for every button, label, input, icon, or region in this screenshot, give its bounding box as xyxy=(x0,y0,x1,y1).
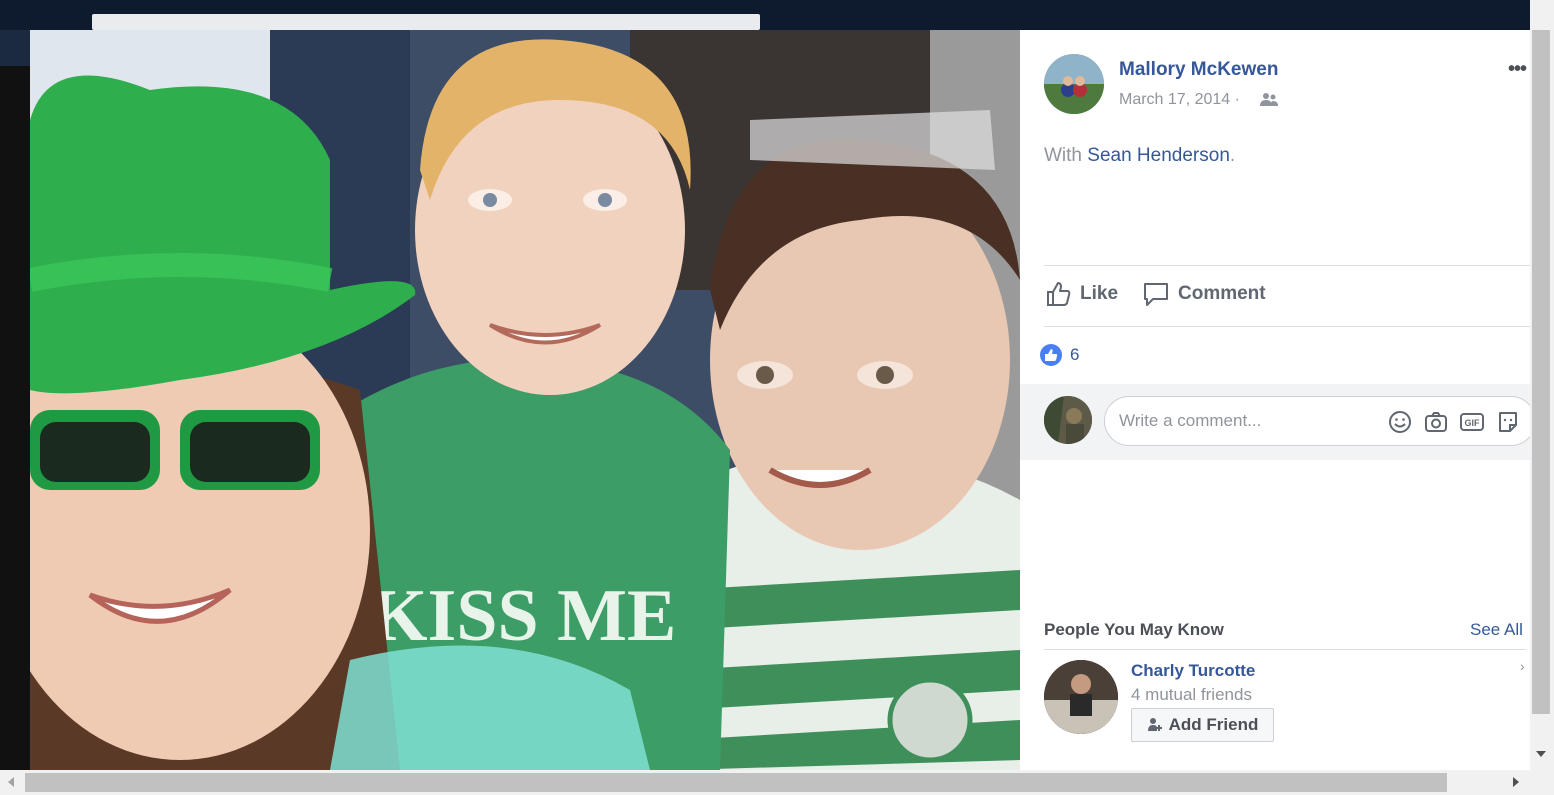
comment-composer: Write a comment... GIF xyxy=(1020,384,1536,460)
horizontal-scrollbar-thumb[interactable] xyxy=(25,773,1447,792)
author-name-link[interactable]: Mallory McKewen xyxy=(1119,59,1278,81)
comment-input[interactable]: Write a comment... GIF xyxy=(1104,396,1536,446)
background-dim xyxy=(0,30,30,770)
like-reaction-icon xyxy=(1040,344,1062,366)
pymk-person-name[interactable]: Charly Turcotte xyxy=(1131,661,1255,681)
comment-button[interactable]: Comment xyxy=(1142,280,1266,308)
camera-icon[interactable] xyxy=(1423,409,1449,435)
more-options-button[interactable]: ••• xyxy=(1508,58,1527,81)
post-photo[interactable]: KISS ME xyxy=(30,30,1020,770)
like-label: Like xyxy=(1080,283,1119,304)
thumbs-up-icon xyxy=(1047,282,1071,306)
background-search-input xyxy=(92,14,760,30)
gif-icon[interactable]: GIF xyxy=(1459,409,1485,435)
comment-icon xyxy=(1144,283,1168,306)
add-friend-label: Add Friend xyxy=(1168,715,1259,734)
sticker-icon[interactable] xyxy=(1495,409,1521,435)
svg-text:GIF: GIF xyxy=(1465,418,1481,428)
scroll-down-arrow-icon[interactable] xyxy=(1536,751,1546,757)
current-user-avatar xyxy=(1044,396,1092,444)
post-detail-panel: Mallory McKewen March 17, 2014 · ••• Wit… xyxy=(1020,30,1536,770)
pymk-divider xyxy=(1044,649,1526,650)
author-avatar[interactable] xyxy=(1044,54,1104,114)
friends-icon[interactable] xyxy=(1260,92,1278,108)
background-nav-strip xyxy=(0,30,30,66)
see-all-link[interactable]: See All xyxy=(1470,620,1523,640)
add-friend-button[interactable]: Add Friend xyxy=(1131,708,1274,742)
vertical-scrollbar-thumb[interactable] xyxy=(1532,30,1550,714)
emoji-icon[interactable] xyxy=(1387,409,1413,435)
pymk-heading: People You May Know xyxy=(1044,620,1224,639)
with-suffix: . xyxy=(1229,145,1236,166)
with-prefix: With xyxy=(1044,145,1088,166)
comment-label: Comment xyxy=(1178,283,1266,304)
chevron-right-icon[interactable]: › xyxy=(1520,658,1525,674)
tagged-person-link[interactable]: Sean Henderson xyxy=(1087,145,1230,166)
pymk-mutual-friends[interactable]: 4 mutual friends xyxy=(1131,685,1252,705)
scroll-left-arrow-icon[interactable] xyxy=(8,777,14,787)
with-tagged-line: With Sean Henderson. xyxy=(1044,145,1235,167)
add-friend-icon xyxy=(1147,718,1162,731)
scroll-right-arrow-icon[interactable] xyxy=(1513,777,1519,787)
comment-placeholder: Write a comment... xyxy=(1119,411,1262,430)
post-timestamp[interactable]: March 17, 2014 · xyxy=(1119,91,1240,109)
divider-top xyxy=(1044,265,1530,266)
pymk-avatar[interactable] xyxy=(1044,660,1118,734)
like-count: 6 xyxy=(1070,345,1080,364)
reactions-summary[interactable]: 6 xyxy=(1040,344,1079,366)
svg-text:KISS ME: KISS ME xyxy=(370,575,676,657)
divider-bottom xyxy=(1044,326,1530,327)
photo-image: KISS ME xyxy=(30,30,1020,770)
like-button[interactable]: Like xyxy=(1044,280,1118,308)
